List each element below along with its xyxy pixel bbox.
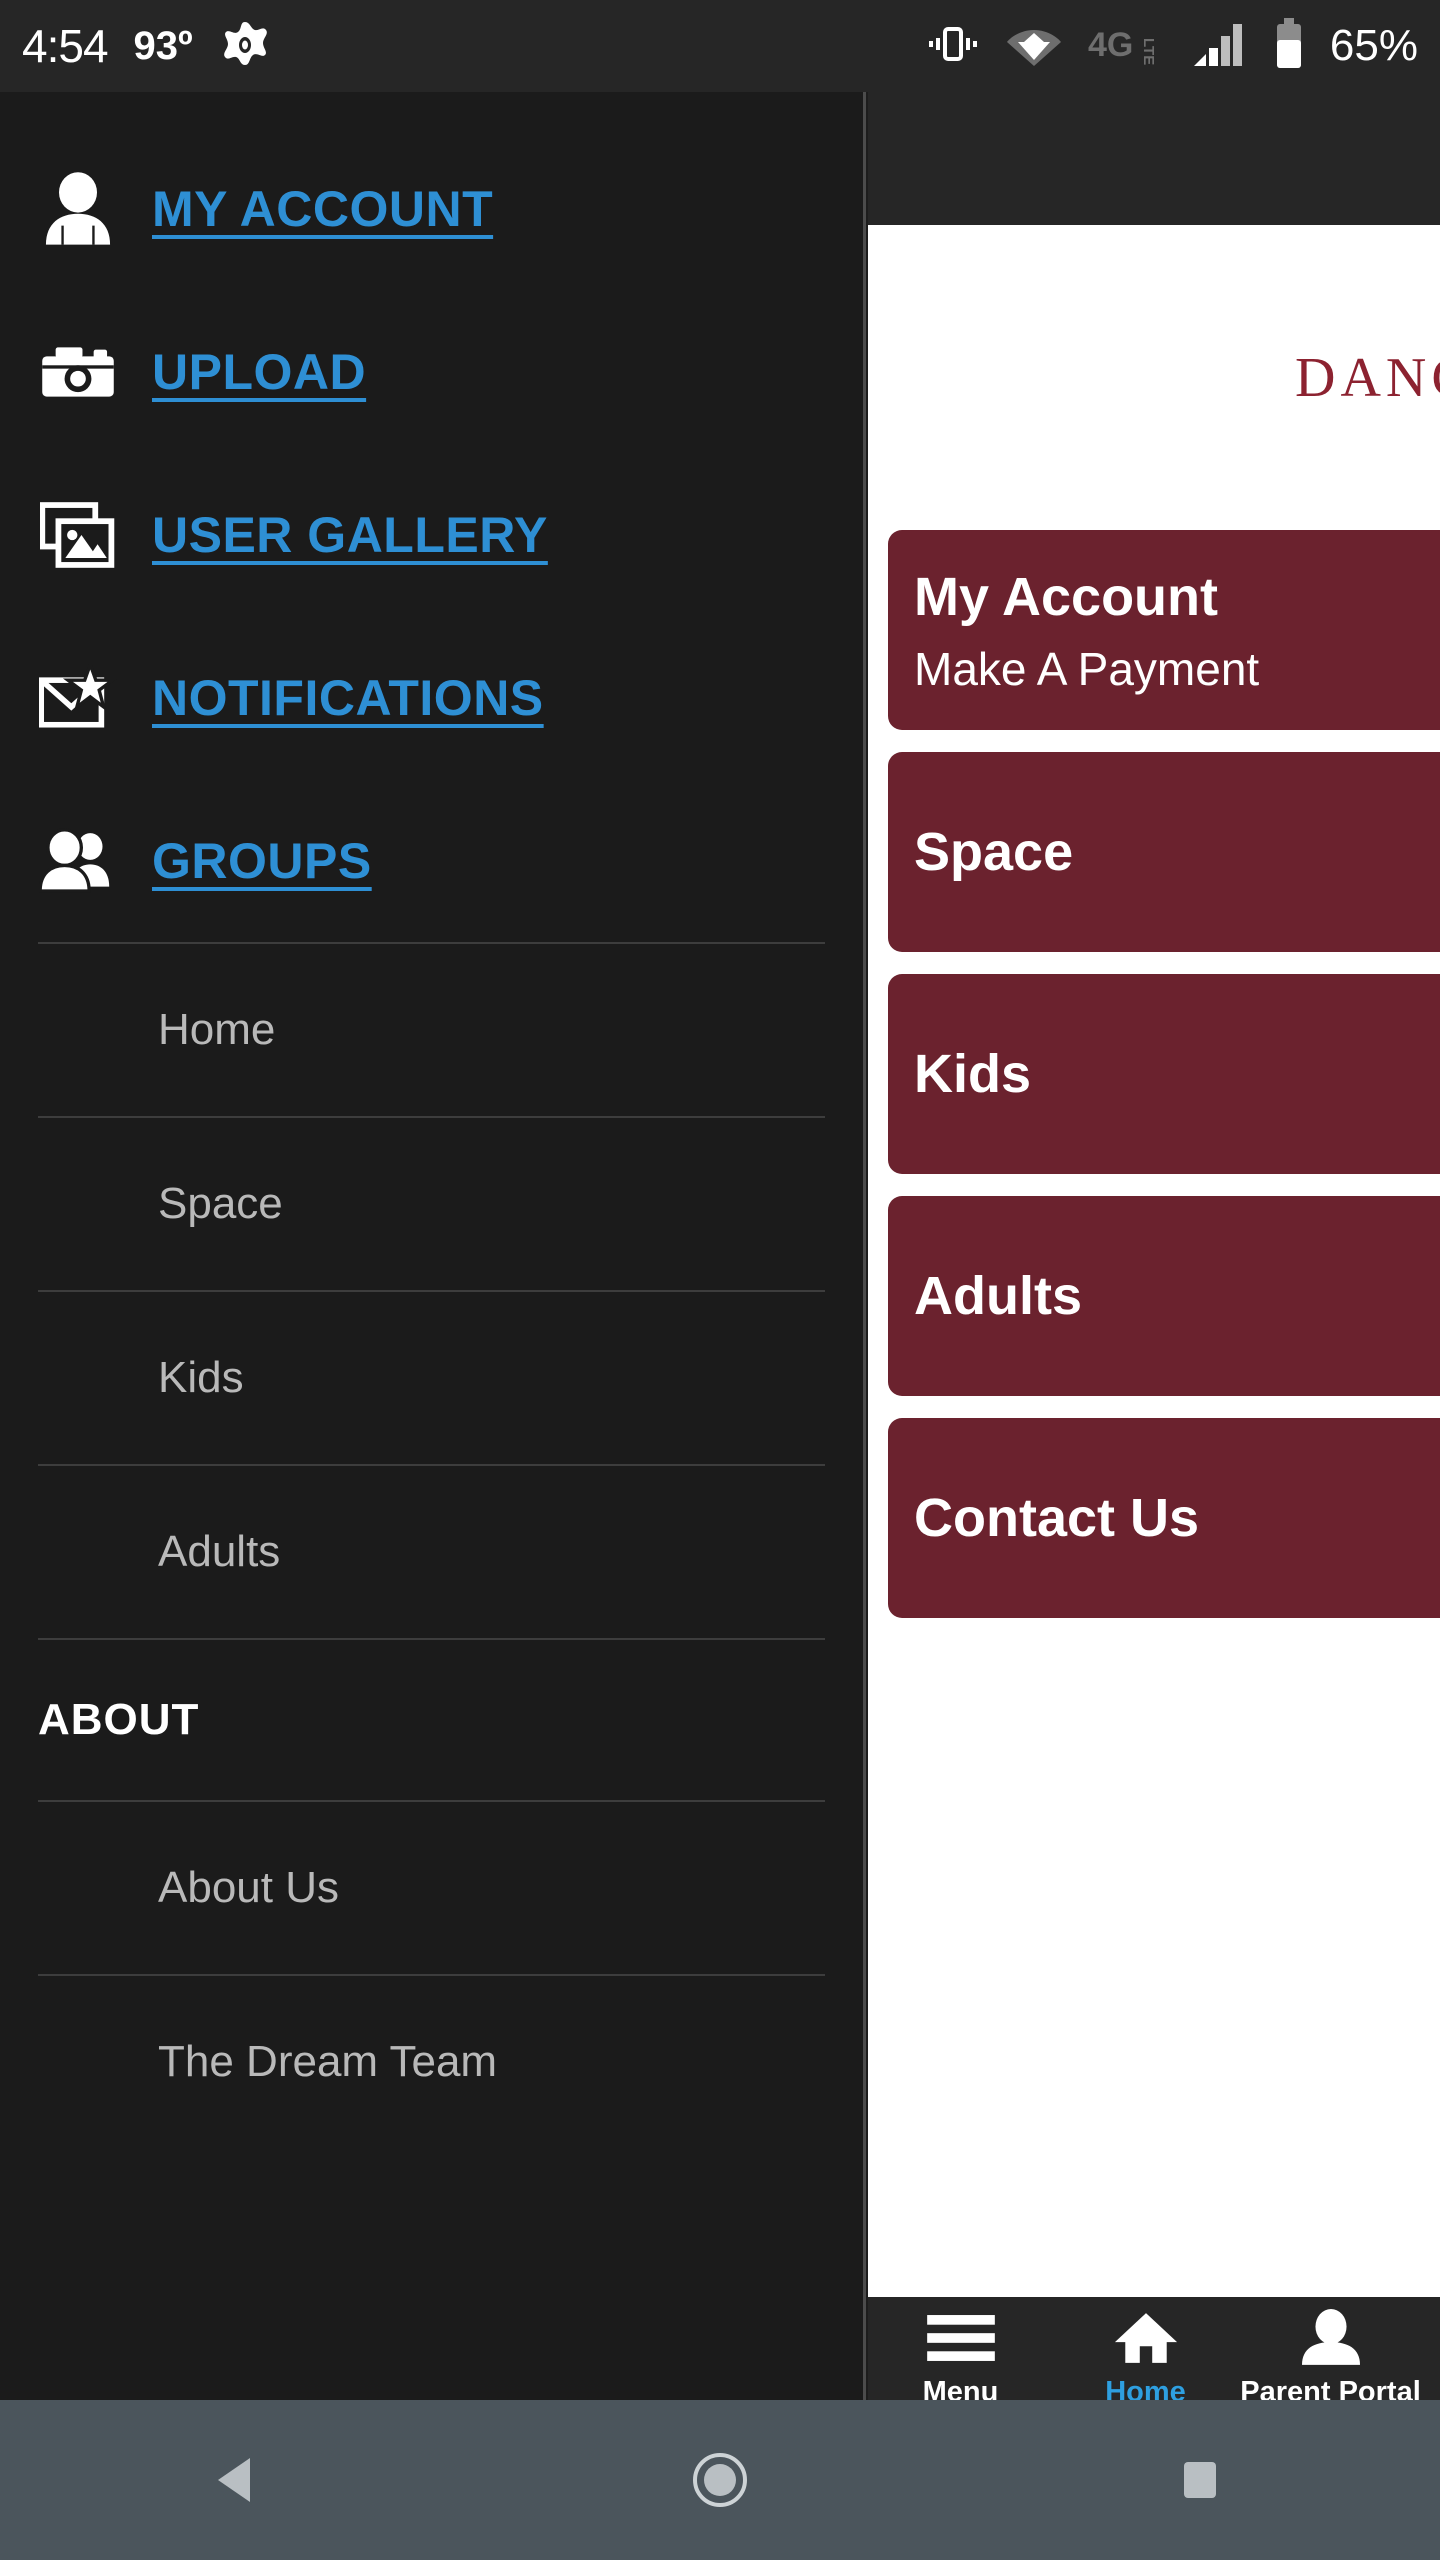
content-pane: DANCE My Account Make A Payment Space Ki… xyxy=(868,92,1440,2400)
bottom-nav-menu[interactable]: Menu xyxy=(868,2297,1053,2400)
drawer-link-label: NOTIFICATIONS xyxy=(152,669,544,726)
drawer-section-about: ABOUT xyxy=(38,1695,200,1744)
drawer-link-label: UPLOAD xyxy=(152,343,367,400)
drawer-link-label: GROUPS xyxy=(152,832,372,889)
drawer-link-label: MY ACCOUNT xyxy=(152,180,494,237)
tile-title: Adults xyxy=(914,1265,1082,1326)
4g-lte-icon: 4G LTE xyxy=(1088,22,1166,71)
home-circle-icon[interactable] xyxy=(660,2420,780,2540)
tile-title: My Account xyxy=(914,566,1219,627)
battery-icon xyxy=(1274,17,1304,75)
status-bar-right: 4G LTE 65% xyxy=(926,17,1440,76)
status-bar-left: 4:54 93º xyxy=(0,19,271,73)
drawer-link-upload[interactable]: UPLOAD xyxy=(0,290,863,453)
system-navigation-bar xyxy=(0,2400,1440,2560)
back-triangle-icon[interactable] xyxy=(180,2420,300,2540)
page-title: DANCE xyxy=(1295,346,1440,409)
drawer-link-label: USER GALLERY xyxy=(152,506,548,563)
people-icon xyxy=(38,821,118,901)
tile-title: Kids xyxy=(914,1043,1032,1104)
bottom-nav-label: Parent Portal xyxy=(1240,2376,1421,2400)
tile-adults[interactable]: Adults xyxy=(888,1196,1440,1396)
status-temperature: 93º xyxy=(133,23,193,68)
drawer-about-item-the-dream-team[interactable]: The Dream Team xyxy=(0,1976,863,2148)
bottom-nav-parent-portal[interactable]: Parent Portal xyxy=(1238,2297,1423,2400)
tile-space[interactable]: Space xyxy=(888,752,1440,952)
battery-percent: 65% xyxy=(1329,21,1418,70)
recents-square-icon[interactable] xyxy=(1140,2420,1260,2540)
app-frame: DANCE My Account Make A Payment Space Ki… xyxy=(0,92,1440,2400)
signal-bars-icon xyxy=(1192,20,1248,73)
wifi-icon xyxy=(1006,22,1062,71)
tile-contact-us[interactable]: Contact Us xyxy=(888,1418,1440,1618)
bottom-nav: Menu Home Parent Portal xyxy=(868,2297,1440,2400)
svg-text:4G: 4G xyxy=(1088,26,1133,64)
status-time: 4:54 xyxy=(22,20,109,72)
bottom-nav-label: Menu xyxy=(922,2376,999,2400)
drawer-group-item-home[interactable]: Home xyxy=(0,944,863,1116)
brand-header: DANCE xyxy=(868,225,1440,530)
camera-icon xyxy=(38,332,118,412)
envelope-star-icon xyxy=(38,658,118,738)
hamburger-icon xyxy=(920,2309,1002,2372)
tile-kids[interactable]: Kids xyxy=(888,974,1440,1174)
navigation-drawer: MY ACCOUNT UPLOAD USER GALLERY NOTIFICAT… xyxy=(0,92,866,2400)
tile-title: Contact Us xyxy=(914,1487,1200,1548)
drawer-link-notifications[interactable]: NOTIFICATIONS xyxy=(0,616,863,779)
page-content: DANCE My Account Make A Payment Space Ki… xyxy=(868,225,1440,2297)
tile-list: My Account Make A Payment Space Kids Adu… xyxy=(868,530,1440,1640)
person-icon xyxy=(1295,2309,1367,2372)
tile-my-account[interactable]: My Account Make A Payment xyxy=(888,530,1440,730)
drawer-group-item-space[interactable]: Space xyxy=(0,1118,863,1290)
bottom-nav-label: Home xyxy=(1105,2376,1186,2400)
avast-icon xyxy=(219,20,271,72)
drawer-group-item-adults[interactable]: Adults xyxy=(0,1466,863,1638)
drawer-link-groups[interactable]: GROUPS xyxy=(0,779,863,942)
tile-title: Space xyxy=(914,821,1074,882)
drawer-link-my-account[interactable]: MY ACCOUNT xyxy=(0,127,863,290)
drawer-about-item-about-us[interactable]: About Us xyxy=(0,1802,863,1974)
vibrate-icon xyxy=(926,17,980,76)
person-icon xyxy=(38,169,118,249)
drawer-link-user-gallery[interactable]: USER GALLERY xyxy=(0,453,863,616)
status-bar: 4:54 93º 4G LTE 65% xyxy=(0,0,1440,92)
drawer-group-item-kids[interactable]: Kids xyxy=(0,1292,863,1464)
tile-subtitle: Make A Payment xyxy=(914,642,1260,695)
svg-text:LTE: LTE xyxy=(1140,38,1157,65)
house-icon xyxy=(1107,2309,1185,2372)
photo-stack-icon xyxy=(38,495,118,575)
bottom-nav-home[interactable]: Home xyxy=(1053,2297,1238,2400)
